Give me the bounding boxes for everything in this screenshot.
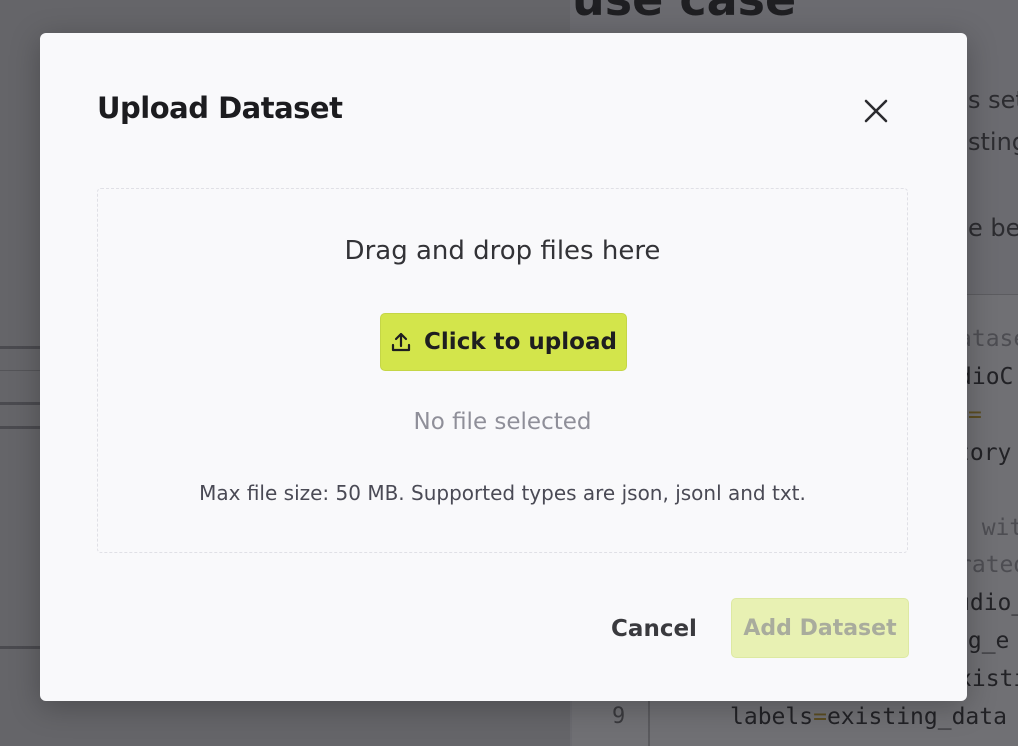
background-code-token: rated xyxy=(958,552,1018,578)
background-code-token: = xyxy=(813,704,827,730)
background-line-number: 9 xyxy=(612,704,626,729)
close-icon xyxy=(864,99,888,123)
background-code-line: xisti xyxy=(958,666,1018,692)
background-code-token: = xyxy=(968,402,982,428)
background-code-line: = xyxy=(968,402,982,428)
background-code-token: atase xyxy=(958,326,1018,352)
background-code-token: xisti xyxy=(958,666,1018,692)
background-text: s set xyxy=(968,86,1018,114)
close-button[interactable] xyxy=(858,93,894,129)
file-status-text: No file selected xyxy=(413,409,592,435)
background-text: e be xyxy=(968,214,1018,242)
background-code-line: labels=existing_data xyxy=(730,704,1007,730)
background-code-line: atase xyxy=(958,326,1018,352)
add-dataset-button[interactable]: Add Dataset xyxy=(731,598,909,658)
background-code-token: labels xyxy=(730,704,814,730)
dropzone-label: Drag and drop files here xyxy=(344,236,661,266)
upload-icon xyxy=(391,332,411,352)
background-text: sting xyxy=(968,128,1018,156)
upload-dataset-modal: Upload Dataset Drag and drop files here … xyxy=(40,33,967,701)
modal-title: Upload Dataset xyxy=(97,91,343,125)
cancel-button[interactable]: Cancel xyxy=(600,600,708,658)
upload-button-label: Click to upload xyxy=(424,329,617,355)
file-dropzone[interactable]: Drag and drop files here Click to upload… xyxy=(97,188,908,553)
click-to-upload-button[interactable]: Click to upload xyxy=(380,313,627,371)
file-constraints-hint: Max file size: 50 MB. Supported types ar… xyxy=(199,481,806,505)
background-heading: use case xyxy=(572,0,796,26)
background-code-token: existing_data xyxy=(826,704,1007,730)
background-code-line: rated xyxy=(958,552,1018,578)
